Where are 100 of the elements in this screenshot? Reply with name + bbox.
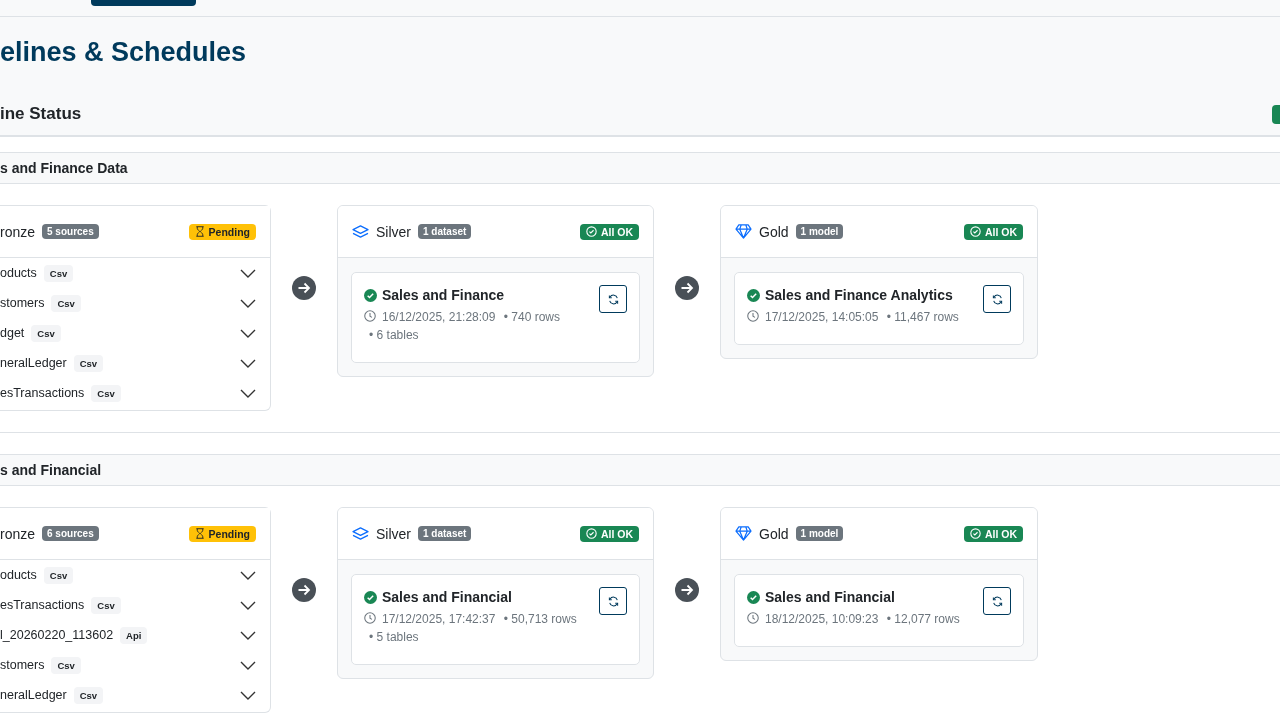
check-circle-icon xyxy=(747,590,760,604)
dataset-detail: • 5 tables xyxy=(369,630,419,644)
source-name: l_20260220_113602 xyxy=(0,628,114,642)
layer-title: ronze xyxy=(0,223,36,240)
count-badge: 1 model xyxy=(795,526,844,541)
dataset-name: Sales and Financial xyxy=(382,589,512,605)
source-name: stomers xyxy=(0,296,45,310)
page-title: elines & Schedules xyxy=(0,36,248,69)
dataset-detail: • 50,713 rows xyxy=(503,612,577,626)
count-badge: 5 sources xyxy=(42,224,99,239)
chevron-down-icon[interactable] xyxy=(240,690,256,700)
source-row[interactable]: oducts Csv xyxy=(0,560,270,590)
refresh-icon xyxy=(607,293,619,305)
source-type-tag: Csv xyxy=(73,686,104,704)
source-row[interactable]: neralLedger Csv xyxy=(0,680,270,710)
source-row[interactable]: stomers Csv xyxy=(0,288,270,318)
chevron-down-icon[interactable] xyxy=(240,570,256,580)
source-row[interactable]: esTransactions Csv xyxy=(0,590,270,620)
arrow-right-icon xyxy=(292,276,316,300)
check-circle-icon xyxy=(585,528,597,539)
source-type-tag: Csv xyxy=(51,294,81,312)
layers-icon xyxy=(352,224,369,239)
layers-icon xyxy=(352,526,369,541)
clock-icon xyxy=(364,612,376,624)
count-badge: 6 sources xyxy=(42,526,99,541)
check-circle-icon xyxy=(747,288,760,302)
check-circle-icon xyxy=(364,590,377,604)
refresh-icon xyxy=(991,595,1003,607)
source-name: neralLedger xyxy=(0,688,67,702)
source-type-tag: Csv xyxy=(73,354,104,372)
check-circle-icon xyxy=(969,226,981,237)
pipeline-name: s and Financial xyxy=(0,462,102,478)
dataset-detail: • 740 rows xyxy=(503,310,560,324)
check-circle-icon xyxy=(364,288,377,302)
diamond-icon xyxy=(735,224,752,239)
status-badge: All OK xyxy=(579,223,639,240)
source-name: oducts xyxy=(0,266,37,280)
source-name: neralLedger xyxy=(0,356,67,370)
source-type-tag: Csv xyxy=(91,384,121,402)
refresh-button[interactable] xyxy=(983,285,1011,313)
source-row[interactable]: stomers Csv xyxy=(0,650,270,680)
pending-badge: Pending xyxy=(188,525,256,542)
chevron-down-icon[interactable] xyxy=(240,388,256,398)
pipeline-header[interactable]: s and Finance Data xyxy=(0,152,1280,184)
chevron-down-icon[interactable] xyxy=(240,358,256,368)
source-name: esTransactions xyxy=(0,386,85,400)
pipeline-name: s and Finance Data xyxy=(0,160,128,176)
check-circle-icon xyxy=(969,528,981,539)
refresh-button[interactable] xyxy=(599,587,627,615)
diamond-icon xyxy=(735,526,752,541)
clock-icon xyxy=(747,612,759,624)
panel-title: ine Status xyxy=(0,104,82,124)
arrow-right-icon xyxy=(675,276,699,300)
timestamp: 17/12/2025, 17:42:37 xyxy=(382,612,496,626)
source-name: oducts xyxy=(0,568,37,582)
chevron-down-icon[interactable] xyxy=(240,298,256,308)
count-badge: 1 dataset xyxy=(418,224,472,239)
source-name: dget xyxy=(0,326,25,340)
status-badge: All OK xyxy=(963,223,1023,240)
source-type-tag: Api xyxy=(120,626,148,644)
dataset-detail: • 12,077 rows xyxy=(886,612,960,626)
arrow-right-icon xyxy=(292,578,316,602)
chevron-down-icon[interactable] xyxy=(240,660,256,670)
count-badge: 1 dataset xyxy=(418,526,472,541)
clock-icon xyxy=(364,310,376,322)
status-badge: All OK xyxy=(963,525,1023,542)
source-name: esTransactions xyxy=(0,598,85,612)
timestamp: 16/12/2025, 21:28:09 xyxy=(382,310,496,324)
pending-badge: Pending xyxy=(188,223,256,240)
clock-icon xyxy=(747,310,759,322)
hourglass-icon xyxy=(194,528,205,539)
source-row[interactable]: oducts Csv xyxy=(0,258,270,288)
dataset-name: Sales and Finance xyxy=(382,287,505,303)
timestamp: 18/12/2025, 10:09:23 xyxy=(765,612,879,626)
source-row[interactable]: dget Csv xyxy=(0,318,270,348)
refresh-button[interactable] xyxy=(983,587,1011,615)
dataset-name: Sales and Financial xyxy=(765,589,895,605)
layer-title: ronze xyxy=(0,525,36,542)
pipeline-header[interactable]: s and Financial xyxy=(0,454,1280,486)
chevron-down-icon[interactable] xyxy=(240,268,256,278)
check-circle-icon xyxy=(585,226,597,237)
chevron-down-icon[interactable] xyxy=(240,630,256,640)
layer-title: Gold xyxy=(759,223,789,240)
arrow-right-icon xyxy=(675,578,699,602)
layer-title: Silver xyxy=(376,223,411,240)
layer-title: Silver xyxy=(376,525,411,542)
source-row[interactable]: neralLedger Csv xyxy=(0,348,270,378)
status-badge xyxy=(1272,104,1280,124)
layer-title: Gold xyxy=(759,525,789,542)
source-type-tag: Csv xyxy=(43,566,74,584)
status-badge: All OK xyxy=(579,525,639,542)
source-row[interactable]: esTransactions Csv xyxy=(0,378,270,408)
chevron-down-icon[interactable] xyxy=(240,600,256,610)
dataset-detail: • 6 tables xyxy=(369,328,419,342)
source-row[interactable]: l_20260220_113602 Api xyxy=(0,620,270,650)
refresh-button[interactable] xyxy=(599,285,627,313)
source-name: stomers xyxy=(0,658,45,672)
chevron-down-icon[interactable] xyxy=(240,328,256,338)
dataset-detail: • 11,467 rows xyxy=(886,310,959,324)
refresh-icon xyxy=(607,595,619,607)
